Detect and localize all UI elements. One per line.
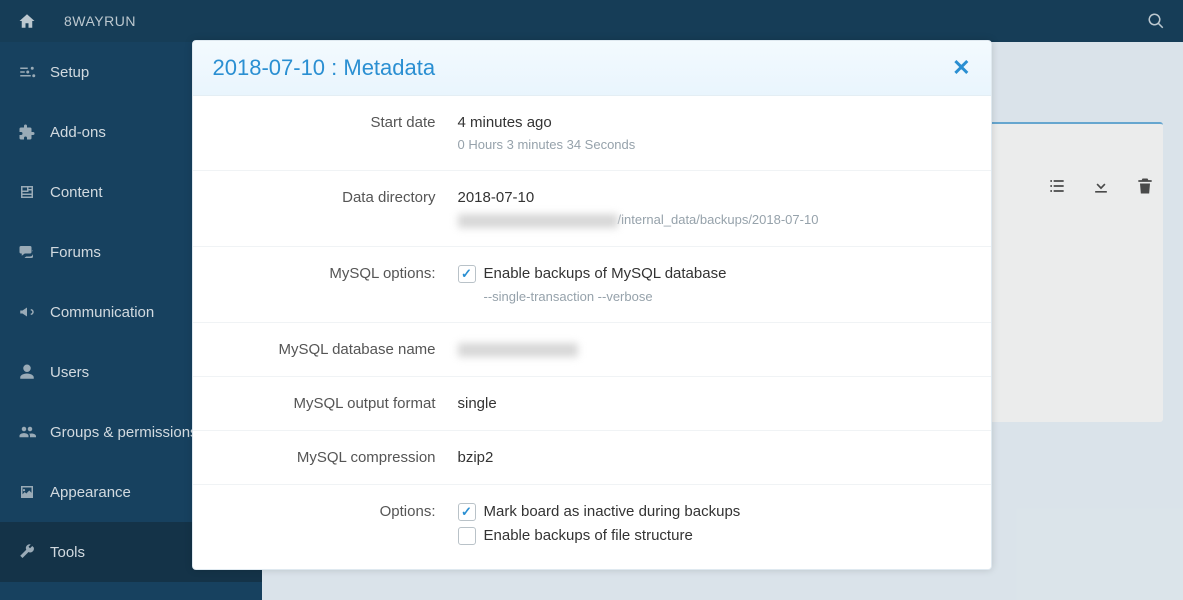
close-icon[interactable]: ✕ (952, 55, 970, 81)
checkbox-label: Enable backups of MySQL database (484, 265, 727, 282)
row-mysql-output: MySQL output format single (193, 377, 991, 431)
checkbox-file-structure-backup[interactable] (458, 527, 476, 545)
modal-overlay[interactable]: 2018-07-10 : Metadata ✕ Start date 4 min… (0, 0, 1183, 600)
modal-header: 2018-07-10 : Metadata ✕ (193, 41, 991, 96)
row-mysql-compression: MySQL compression bzip2 (193, 431, 991, 485)
field-subvalue: /internal_data/backups/2018-07-10 (458, 212, 971, 228)
redacted-db-name (458, 343, 578, 357)
field-label: Data directory (213, 189, 458, 228)
field-label: Start date (213, 114, 458, 152)
field-subvalue: 0 Hours 3 minutes 34 Seconds (458, 137, 971, 152)
redacted-path (458, 214, 618, 228)
metadata-modal: 2018-07-10 : Metadata ✕ Start date 4 min… (192, 40, 992, 570)
field-label: MySQL database name (213, 341, 458, 358)
row-mysql-db-name: MySQL database name (193, 323, 991, 377)
checkbox-mark-inactive[interactable] (458, 503, 476, 521)
field-value: single (458, 395, 971, 412)
checkbox-label: Mark board as inactive during backups (484, 503, 741, 520)
modal-title: 2018-07-10 : Metadata (213, 55, 436, 81)
row-options: Options: Mark board as inactive during b… (193, 485, 991, 569)
field-label: MySQL options: (213, 265, 458, 304)
field-value: 2018-07-10 (458, 189, 971, 206)
field-label: MySQL output format (213, 395, 458, 412)
field-value: 4 minutes ago (458, 114, 971, 131)
modal-body: Start date 4 minutes ago 0 Hours 3 minut… (193, 96, 991, 569)
row-data-directory: Data directory 2018-07-10 /internal_data… (193, 171, 991, 247)
checkbox-enable-mysql-backup[interactable] (458, 265, 476, 283)
checkbox-label: Enable backups of file structure (484, 527, 693, 544)
field-label: MySQL compression (213, 449, 458, 466)
field-subvalue: --single-transaction --verbose (484, 289, 971, 304)
row-start-date: Start date 4 minutes ago 0 Hours 3 minut… (193, 96, 991, 171)
field-label: Options: (213, 503, 458, 551)
field-value: bzip2 (458, 449, 971, 466)
row-mysql-options: MySQL options: Enable backups of MySQL d… (193, 247, 991, 323)
